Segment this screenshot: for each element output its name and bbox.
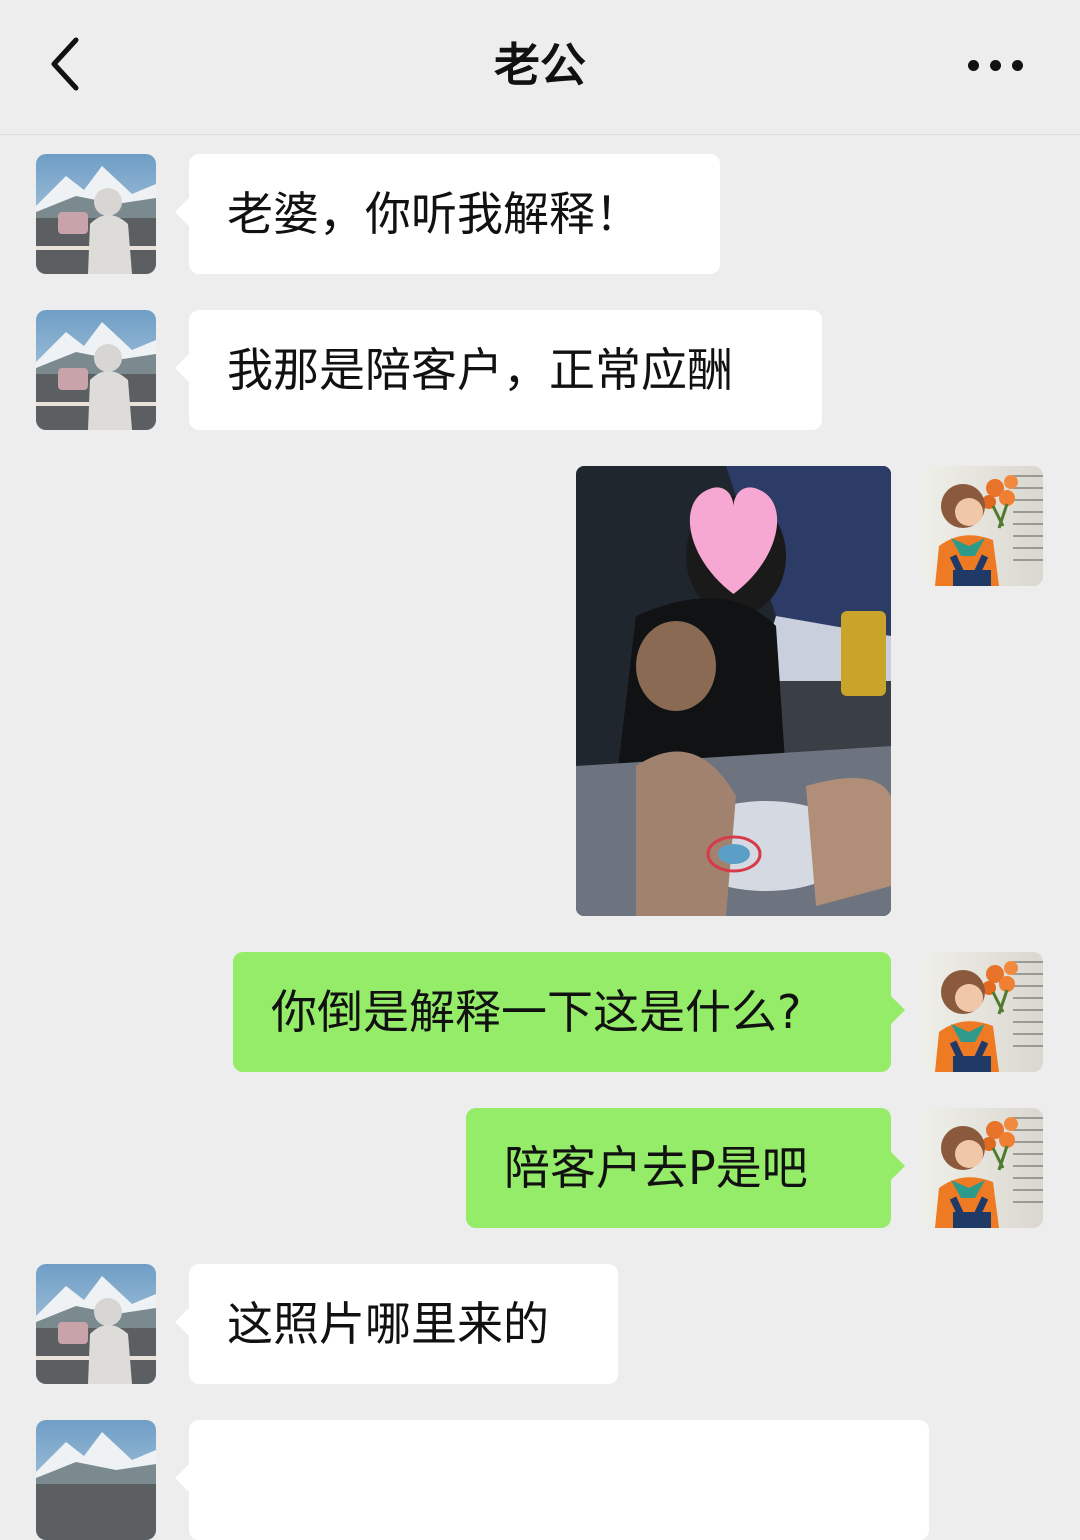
more-dots-icon[interactable] [960,50,1030,80]
message-bubble-incoming[interactable]: 我那是陪客户，正常应酬 [175,310,822,430]
photo-message[interactable] [576,466,891,916]
message-bubble-incoming[interactable]: 老婆，你听我解释！ [175,154,720,274]
chevron-left-icon[interactable] [40,34,100,94]
my-avatar[interactable] [923,466,1043,586]
chat-title: 老公 [494,38,586,92]
message-bubble-incoming[interactable] [175,1420,929,1540]
contact-avatar[interactable] [36,1264,156,1384]
my-avatar[interactable] [923,952,1043,1072]
message-bubble-outgoing[interactable]: 陪客户去P是吧 [466,1108,905,1228]
chat-header: 老公 [0,0,1080,135]
my-avatar[interactable] [923,1108,1043,1228]
contact-avatar[interactable] [36,310,156,430]
message-bubble-incoming[interactable]: 这照片哪里来的 [175,1264,618,1384]
contact-avatar[interactable] [36,154,156,274]
message-bubble-outgoing[interactable]: 你倒是解释一下这是什么? [233,952,905,1072]
contact-avatar[interactable] [36,1420,156,1540]
